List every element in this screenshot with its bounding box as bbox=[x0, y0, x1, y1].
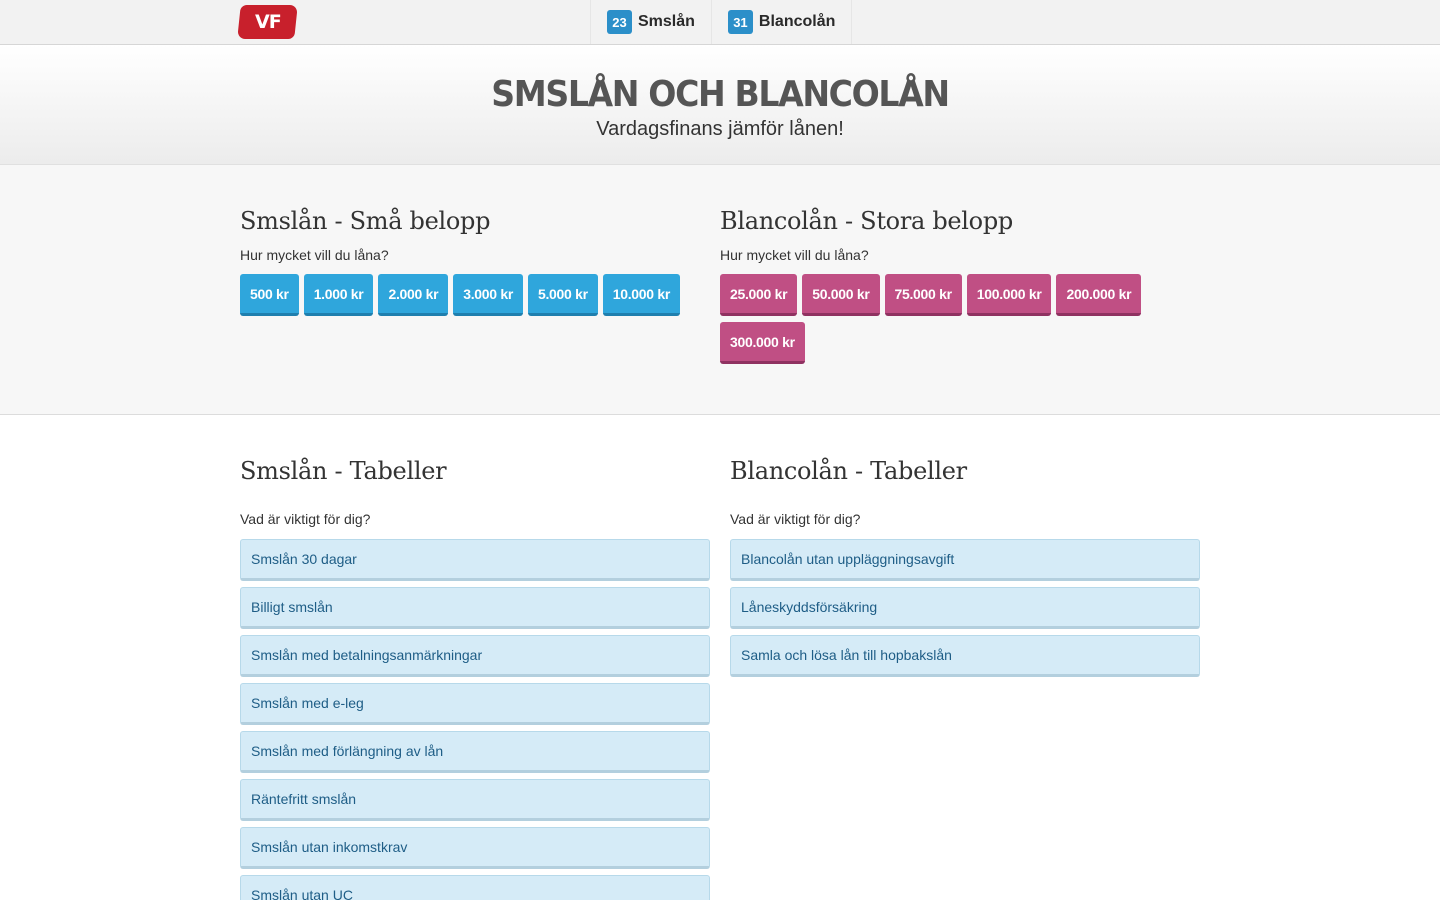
smslan-tables-question: Vad är viktigt för dig? bbox=[240, 511, 371, 527]
smslan-tables-heading: Smslån - Tabeller bbox=[240, 457, 447, 485]
blancolan-amount-column: Blancolån - Stora belopp Hur mycket vill… bbox=[720, 207, 1160, 364]
page-title: SMSLÅN OCH BLANCOLÅN bbox=[491, 74, 950, 115]
amount-section: Smslån - Små belopp Hur mycket vill du l… bbox=[0, 165, 1440, 415]
amount-button-75000[interactable]: 75.000 kr bbox=[884, 274, 962, 316]
blancolan-amount-buttons: 25.000 kr 50.000 kr 75.000 kr 100.000 kr… bbox=[720, 274, 1160, 364]
page-subtitle: Vardagsfinans jämför lånen! bbox=[596, 118, 844, 140]
smslan-amount-buttons: 500 kr 1.000 kr 2.000 kr 3.000 kr 5.000 … bbox=[240, 274, 700, 316]
logo-text: VF bbox=[254, 11, 281, 33]
smslan-table-links: Smslån 30 dagar Billigt smslån Smslån me… bbox=[240, 539, 710, 900]
nav-link-label: Blancolån bbox=[758, 13, 836, 30]
nav-links: 23 Smslån 31 Blancolån bbox=[590, 0, 853, 44]
amount-button-2000[interactable]: 2.000 kr bbox=[378, 274, 449, 316]
smslan-amount-heading: Smslån - Små belopp bbox=[240, 207, 491, 235]
nav-link-blancolan[interactable]: 31 Blancolån bbox=[710, 0, 853, 44]
blancolan-table-links: Blancolån utan uppläggningsavgift Lånesk… bbox=[730, 539, 1200, 677]
amount-button-100000[interactable]: 100.000 kr bbox=[966, 274, 1052, 316]
table-link-item[interactable]: Låneskyddsförsäkring bbox=[730, 587, 1200, 629]
table-link-item[interactable]: Smslån med betalningsanmärkningar bbox=[240, 635, 710, 677]
table-link-item[interactable]: Blancolån utan uppläggningsavgift bbox=[730, 539, 1200, 581]
table-link-item[interactable]: Smslån utan inkomstkrav bbox=[240, 827, 710, 869]
blancolan-amount-heading: Blancolån - Stora belopp bbox=[720, 207, 1013, 235]
blancolan-tables-question: Vad är viktigt för dig? bbox=[730, 511, 861, 527]
amount-button-25000[interactable]: 25.000 kr bbox=[720, 274, 798, 316]
amount-button-300000[interactable]: 300.000 kr bbox=[720, 322, 805, 364]
top-navbar: VF 23 Smslån 31 Blancolån bbox=[0, 0, 1440, 45]
amount-button-50000[interactable]: 50.000 kr bbox=[802, 274, 880, 316]
smslan-amount-question: Hur mycket vill du låna? bbox=[240, 247, 389, 263]
nav-link-smslan[interactable]: 23 Smslån bbox=[590, 0, 712, 44]
nav-count-badge: 31 bbox=[727, 10, 753, 34]
table-link-item[interactable]: Smslån med förlängning av lån bbox=[240, 731, 710, 773]
nav-link-label: Smslån bbox=[638, 13, 695, 30]
table-link-item[interactable]: Smslån 30 dagar bbox=[240, 539, 710, 581]
amount-button-5000[interactable]: 5.000 kr bbox=[527, 274, 598, 316]
hero-banner: SMSLÅN OCH BLANCOLÅN Vardagsfinans jämfö… bbox=[0, 45, 1440, 165]
table-link-item[interactable]: Smslån utan UC bbox=[240, 875, 710, 900]
amount-button-3000[interactable]: 3.000 kr bbox=[453, 274, 523, 316]
tables-section: Smslån - Tabeller Vad är viktigt för dig… bbox=[0, 415, 1440, 900]
blancolan-amount-question: Hur mycket vill du låna? bbox=[720, 247, 869, 263]
table-link-item[interactable]: Samla och lösa lån till hopbakslån bbox=[730, 635, 1200, 677]
blancolan-tables-heading: Blancolån - Tabeller bbox=[730, 457, 967, 485]
blancolan-tables-column: Blancolån - Tabeller Vad är viktigt för … bbox=[730, 457, 1200, 677]
table-link-item[interactable]: Smslån med e-leg bbox=[240, 683, 710, 725]
amount-button-500[interactable]: 500 kr bbox=[240, 274, 299, 316]
nav-count-badge: 23 bbox=[607, 10, 632, 34]
amount-button-10000[interactable]: 10.000 kr bbox=[602, 274, 680, 316]
smslan-tables-column: Smslån - Tabeller Vad är viktigt för dig… bbox=[240, 457, 710, 900]
smslan-amount-column: Smslån - Små belopp Hur mycket vill du l… bbox=[240, 207, 700, 316]
vf-logo[interactable]: VF bbox=[237, 5, 298, 39]
table-link-item[interactable]: Billigt smslån bbox=[240, 587, 710, 629]
amount-button-1000[interactable]: 1.000 kr bbox=[303, 274, 374, 316]
amount-button-200000[interactable]: 200.000 kr bbox=[1056, 274, 1142, 316]
table-link-item[interactable]: Räntefritt smslån bbox=[240, 779, 710, 821]
